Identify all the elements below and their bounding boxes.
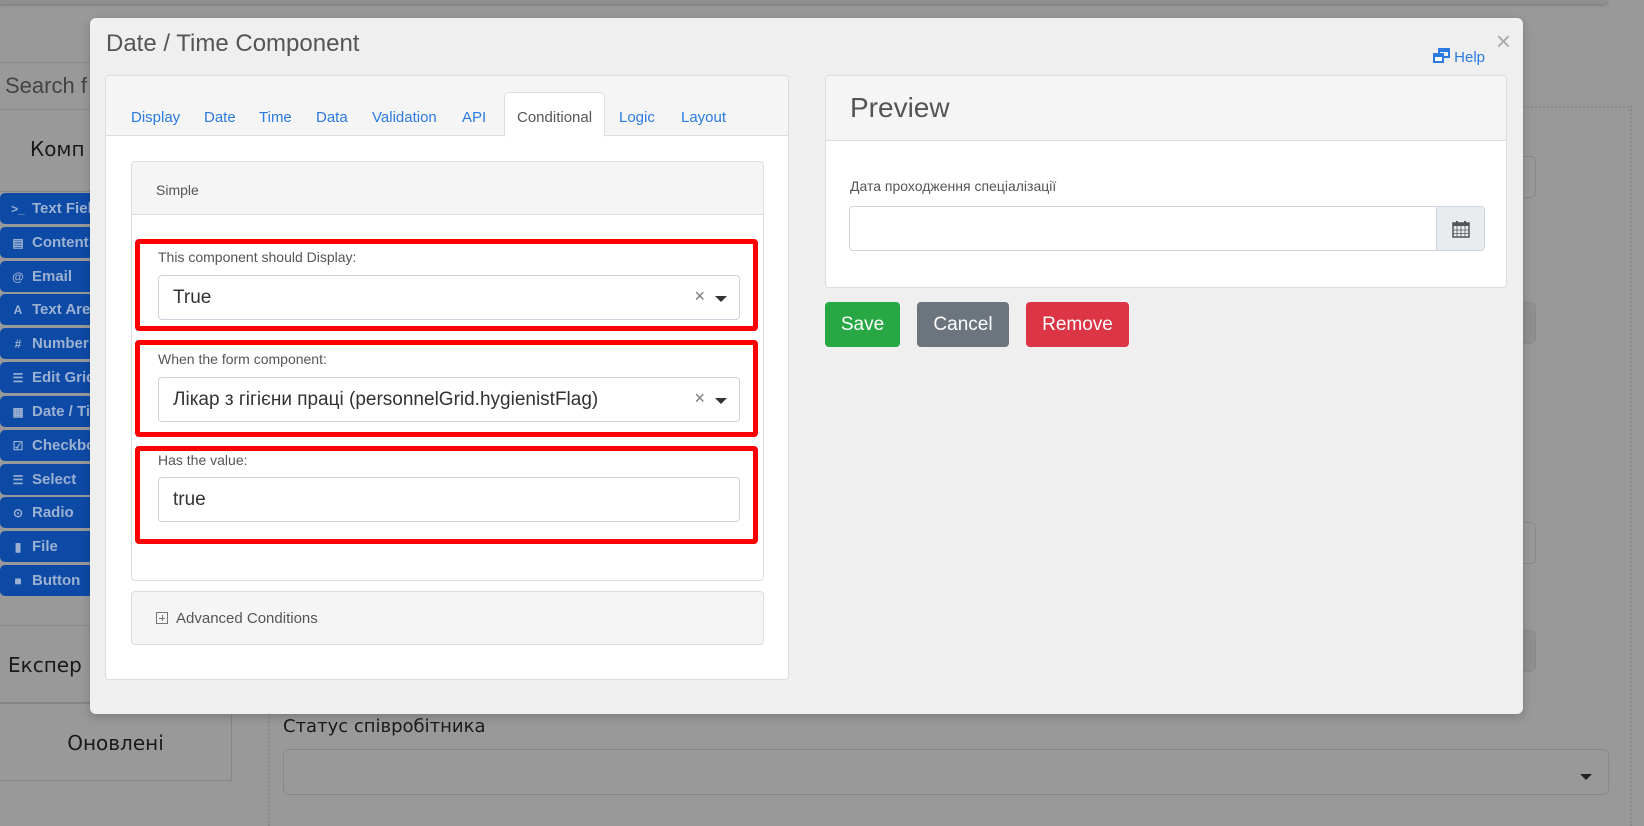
- value-label: Has the value:: [158, 452, 248, 468]
- chevron-down-icon: [1580, 774, 1592, 780]
- modal-title: Date / Time Component: [106, 30, 360, 57]
- advanced-conditions-label: Advanced Conditions: [176, 610, 318, 627]
- builder-button[interactable]: A Text Area: [0, 294, 100, 325]
- builder-button-label: Content: [32, 234, 89, 251]
- help-link[interactable]: Help: [1433, 48, 1485, 67]
- preview-field-label: Дата проходження спеціалізації: [850, 178, 1057, 194]
- preview-title: Preview: [826, 76, 1506, 141]
- builder-button[interactable]: >_ Text Field: [0, 193, 100, 224]
- date-time-component-modal: Date / Time Component × Help Display Dat…: [90, 18, 1523, 714]
- preview-date-input[interactable]: [849, 206, 1485, 251]
- component-settings-panel: Display Date Time Data Validation API Co…: [105, 75, 789, 680]
- builder-button[interactable]: ▦Date / Time: [0, 396, 100, 427]
- advanced-conditions-toggle[interactable]: Advanced Conditions: [131, 591, 764, 645]
- tab-api[interactable]: API: [462, 109, 486, 126]
- save-button[interactable]: Save: [825, 302, 900, 347]
- builder-button-label: Edit Grid: [32, 369, 96, 386]
- tab-conditional[interactable]: Conditional: [504, 92, 606, 137]
- display-select[interactable]: True ×: [158, 275, 740, 320]
- check-square-icon: ☑: [12, 439, 24, 453]
- tab-validation[interactable]: Validation: [372, 109, 437, 126]
- clear-icon[interactable]: ×: [694, 286, 705, 307]
- tab-time[interactable]: Time: [259, 109, 292, 126]
- highlight-box-when: When the form component: Лікар з гігієни…: [135, 340, 758, 437]
- font-icon: A: [13, 303, 23, 317]
- builder-button[interactable]: ▮ File: [0, 531, 100, 562]
- remove-button[interactable]: Remove: [1026, 302, 1129, 347]
- highlight-box-display: This component should Display: True ×: [135, 239, 758, 331]
- builder-button[interactable]: ▤ Content: [0, 227, 100, 258]
- tab-data[interactable]: Data: [316, 109, 348, 126]
- calendar-icon[interactable]: [1436, 207, 1484, 250]
- simple-card-header[interactable]: Simple: [132, 162, 763, 215]
- employee-status-label: Статус співробітника: [283, 716, 486, 737]
- list-icon: ☰: [12, 473, 24, 487]
- builder-button-label: Email: [32, 268, 73, 285]
- plus-square-icon: [156, 612, 168, 624]
- builder-button[interactable]: # Number: [0, 328, 100, 359]
- tab-display[interactable]: Display: [131, 109, 180, 126]
- builder-button[interactable]: ■ Button: [0, 565, 100, 596]
- cancel-button[interactable]: Cancel: [917, 302, 1009, 347]
- has-value-text: true: [173, 489, 206, 510]
- when-component-select[interactable]: Лікар з гігієни праці (personnelGrid.hyg…: [158, 377, 740, 422]
- preview-panel: Preview Дата проходження спеціалізації: [825, 75, 1507, 288]
- external-link-icon: [1433, 48, 1451, 67]
- when-label: When the form component:: [158, 351, 327, 367]
- builder-button-label: Number: [32, 335, 89, 352]
- hashtag-icon: #: [14, 337, 22, 351]
- builder-button[interactable]: ☑ Checkbox: [0, 430, 100, 461]
- component-search-input[interactable]: Search f: [0, 62, 92, 110]
- stop-icon: ■: [14, 574, 22, 588]
- builder-button[interactable]: ☰ Select: [0, 464, 100, 495]
- settings-tabs: Display Date Time Data Validation API Co…: [106, 76, 788, 137]
- has-value-input[interactable]: true: [158, 477, 740, 522]
- tasks-icon: ☰: [12, 371, 24, 385]
- builder-button-label: File: [32, 538, 58, 555]
- employee-status-select[interactable]: [283, 749, 1609, 795]
- chevron-down-icon[interactable]: [715, 398, 727, 404]
- simple-conditional-card: Simple This component should Display: Tr…: [131, 161, 764, 581]
- page-top-bar: [0, 0, 1608, 4]
- at-icon: @: [12, 270, 24, 284]
- when-select-value: Лікар з гігієни праці (personnelGrid.hyg…: [173, 389, 599, 410]
- group-updated[interactable]: Оновлені: [0, 703, 232, 781]
- tab-layout[interactable]: Layout: [681, 109, 726, 126]
- builder-button-label: Button: [32, 572, 81, 589]
- tab-date[interactable]: Date: [204, 109, 236, 126]
- builder-button-label: Text Area: [32, 301, 99, 318]
- dot-circle-icon: ⊙: [12, 506, 24, 520]
- highlight-box-value: Has the value: true: [135, 446, 758, 544]
- builder-button[interactable]: @ Email: [0, 261, 100, 292]
- file-icon: ▮: [14, 540, 22, 554]
- terminal-icon: >_: [11, 202, 25, 216]
- help-label: Help: [1454, 49, 1485, 66]
- display-label: This component should Display:: [158, 249, 357, 265]
- builder-button[interactable]: ⊙ Radio: [0, 497, 100, 528]
- builder-button[interactable]: ☰ Edit Grid: [0, 362, 100, 393]
- html5-icon: ▤: [12, 236, 24, 250]
- clear-icon[interactable]: ×: [694, 388, 705, 409]
- tab-logic[interactable]: Logic: [619, 109, 655, 126]
- builder-button-label: Select: [32, 471, 77, 488]
- builder-button-label: Radio: [32, 504, 74, 521]
- chevron-down-icon[interactable]: [715, 296, 727, 302]
- calendar-icon: ▦: [12, 405, 24, 419]
- display-select-value: True: [173, 287, 212, 308]
- close-icon[interactable]: ×: [1496, 28, 1511, 54]
